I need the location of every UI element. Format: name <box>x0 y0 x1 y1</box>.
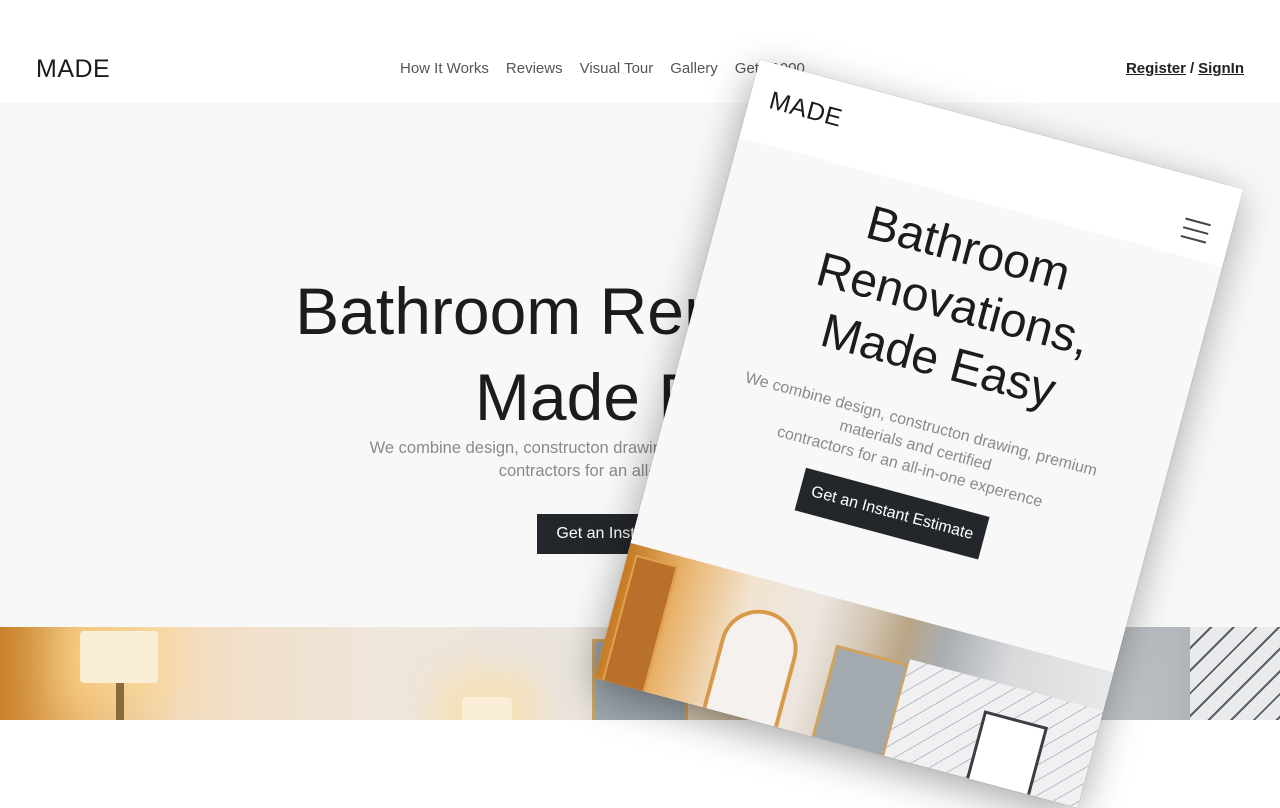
signin-link[interactable]: SignIn <box>1198 60 1244 77</box>
menu-bar <box>1182 226 1209 235</box>
herringbone-tile-wall <box>1190 627 1280 720</box>
hamburger-menu-icon[interactable] <box>1180 217 1211 244</box>
nav-visual-tour[interactable]: Visual Tour <box>580 60 654 77</box>
wall-lamp-stem <box>116 683 124 720</box>
mobile-logo[interactable]: MADE <box>766 86 845 133</box>
menu-bar <box>1180 234 1207 244</box>
auth-separator: / <box>1190 60 1195 77</box>
wall-lamp-shade-2 <box>462 697 512 720</box>
desktop-logo[interactable]: MADE <box>36 55 110 84</box>
register-link[interactable]: Register <box>1126 60 1186 77</box>
desktop-header: MADE How It Works Reviews Visual Tour Ga… <box>0 0 1280 103</box>
auth-links: Register / SignIn <box>1126 60 1244 77</box>
wall-lamp-shade <box>80 631 158 683</box>
menu-bar <box>1185 217 1211 227</box>
nav-gallery[interactable]: Gallery <box>670 60 718 77</box>
nav-how-it-works[interactable]: How It Works <box>400 60 489 77</box>
nav-reviews[interactable]: Reviews <box>506 60 563 77</box>
